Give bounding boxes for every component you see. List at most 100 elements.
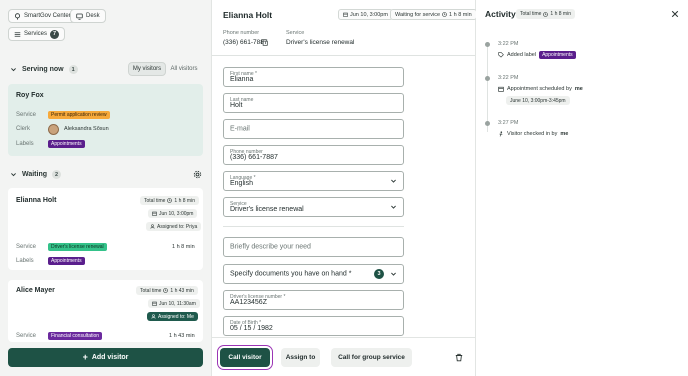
waiting-title: Waiting bbox=[22, 171, 48, 178]
serving-now-header[interactable]: Serving now 1 bbox=[10, 65, 78, 74]
event-description: Visitor checked in by bbox=[507, 131, 558, 137]
activity-panel: Activity Total time 1 h 8 min 3:22 PM Ad… bbox=[476, 0, 688, 376]
language-value: English bbox=[230, 180, 253, 187]
event-description: Appointment scheduled by bbox=[507, 86, 572, 92]
event-text: Added label Appointments bbox=[498, 51, 576, 59]
tab-all-visitors[interactable]: All visitors bbox=[166, 62, 202, 76]
desk-chip-label: Desk bbox=[86, 13, 100, 19]
status-chip: Waiting for service 1 h 8 min bbox=[390, 9, 477, 20]
clock-icon bbox=[543, 11, 549, 17]
timeline-line bbox=[487, 44, 488, 132]
queue-panel: SmartGov Center Desk Services 7 Serving … bbox=[0, 0, 212, 376]
timeline-dot bbox=[485, 42, 490, 47]
waiting-visitor-card[interactable]: Elianna Holt Total time 1 h 8 min Jun 10… bbox=[8, 188, 203, 270]
total-time-pill: Total time 1 h 8 min bbox=[516, 9, 575, 19]
phone-label: Phone number bbox=[223, 30, 260, 36]
assigned-pill: Assigned to: Me bbox=[147, 312, 198, 321]
location-pin-icon bbox=[14, 12, 21, 20]
labels-label: Labels bbox=[16, 258, 34, 264]
clerk-name: Aleksandra Sõsun bbox=[64, 126, 109, 132]
waiting-visitor-card[interactable]: Alice Mayer Total time 1 h 43 min Jun 10… bbox=[8, 280, 203, 342]
assign-to-button[interactable]: Assign to bbox=[281, 348, 320, 367]
add-visitor-label: Add visitor bbox=[91, 354, 129, 361]
visitor-name: Alice Mayer bbox=[16, 287, 55, 294]
location-chip[interactable]: SmartGov Center bbox=[8, 9, 77, 23]
chevron-down-icon bbox=[391, 179, 396, 183]
service-field-value: Driver's license renewal bbox=[230, 206, 304, 213]
event-actor: me bbox=[560, 131, 569, 137]
tab-my-visitors[interactable]: My visitors bbox=[128, 62, 166, 76]
service-select[interactable]: Service Driver's license renewal bbox=[223, 197, 404, 217]
call-visitor-button[interactable]: Call visitor bbox=[217, 345, 273, 370]
call-group-service-button[interactable]: Call for group service bbox=[331, 348, 412, 367]
person-icon bbox=[151, 314, 156, 319]
phone-field[interactable]: Phone number (336) 661-7887 bbox=[223, 145, 404, 165]
services-chip[interactable]: Services 7 bbox=[8, 27, 66, 41]
assigned-to: Assigned to: Me bbox=[158, 313, 194, 320]
total-time-value: 1 h 8 min bbox=[174, 197, 195, 204]
serving-visitor-card[interactable]: Roy Fox Service Permit application revie… bbox=[8, 84, 203, 156]
event-text: Appointment scheduled by me bbox=[498, 86, 583, 92]
services-chip-label: Services bbox=[24, 31, 48, 37]
tag-icon bbox=[498, 52, 504, 58]
trash-icon[interactable] bbox=[455, 353, 463, 362]
email-field[interactable]: E-mail bbox=[223, 119, 404, 139]
dob-value: 05 / 15 / 1982 bbox=[230, 325, 273, 332]
event-time: 3:22 PM bbox=[498, 75, 519, 81]
documents-select[interactable]: Specify documents you have on hand * 3 bbox=[223, 264, 404, 284]
license-number-field[interactable]: Driver's license number * AA123456Z bbox=[223, 290, 404, 310]
waiting-count-badge: 2 bbox=[52, 170, 62, 179]
clock-icon bbox=[167, 198, 173, 203]
calendar-icon bbox=[152, 211, 157, 216]
chevron-down-icon bbox=[11, 68, 16, 72]
service-tag: Permit application review bbox=[48, 111, 110, 119]
clerk-avatar bbox=[48, 124, 59, 135]
total-time-label: Total time bbox=[144, 197, 166, 204]
person-icon bbox=[150, 224, 155, 229]
gear-icon[interactable] bbox=[193, 170, 202, 179]
location-chip-label: SmartGov Center bbox=[24, 13, 71, 19]
need-placeholder: Briefly describe your need bbox=[230, 243, 311, 251]
first-name-value: Elianna bbox=[230, 76, 254, 83]
need-description-field[interactable]: Briefly describe your need bbox=[223, 237, 404, 257]
appointment-date-pill: Jun 10, 11:30am bbox=[148, 299, 200, 308]
label-tag: Appointments bbox=[48, 140, 85, 148]
event-actor: me bbox=[574, 86, 583, 92]
close-icon[interactable] bbox=[671, 10, 679, 18]
total-time-pill: Total time 1 h 8 min bbox=[140, 196, 199, 205]
calendar-icon bbox=[152, 301, 157, 306]
action-footer: Call visitor Assign to Call for group se… bbox=[212, 337, 475, 376]
language-select[interactable]: Language * English bbox=[223, 171, 404, 191]
date-of-birth-field[interactable]: Date of Birth * 05 / 15 / 1982 bbox=[223, 316, 404, 336]
clock-icon bbox=[163, 288, 169, 293]
calendar-icon bbox=[343, 12, 348, 17]
total-time-label: Total time bbox=[140, 287, 162, 294]
license-value: AA123456Z bbox=[230, 299, 267, 306]
form-divider bbox=[223, 226, 404, 227]
appointment-date: Jun 10, 11:30am bbox=[159, 300, 196, 307]
service-tag: Driver's license renewal bbox=[48, 243, 107, 251]
event-time: 3:27 PM bbox=[498, 120, 519, 126]
visitor-detail-panel: Elianna Holt Jun 10, 3:00pm Waiting for … bbox=[212, 0, 477, 376]
appointment-date: Jun 10, 3:00pm bbox=[159, 210, 194, 217]
service-label: Service bbox=[286, 30, 305, 36]
chevron-down-icon bbox=[11, 173, 16, 177]
services-count-badge: 7 bbox=[50, 29, 60, 39]
serving-count-badge: 1 bbox=[68, 65, 78, 74]
service-value: Driver's license renewal bbox=[286, 39, 355, 46]
desk-chip[interactable]: Desk bbox=[70, 9, 106, 23]
label-tag: Appointments bbox=[539, 51, 576, 59]
service-label: Service bbox=[16, 244, 37, 250]
assigned-to: Assigned to: Priya bbox=[157, 223, 198, 230]
appointment-slot-pill: June 10, 3:00pm-3:45pm bbox=[506, 96, 570, 105]
plus-icon: + bbox=[82, 352, 88, 362]
first-name-field[interactable]: First name * Elianna bbox=[223, 67, 404, 87]
status-time: 1 h 8 min bbox=[449, 11, 472, 18]
last-name-field[interactable]: Last name Holt bbox=[223, 93, 404, 113]
wait-time: 1 h 8 min bbox=[172, 244, 195, 250]
appointment-date-chip: Jun 10, 3:00pm bbox=[338, 9, 393, 20]
waiting-header[interactable]: Waiting 2 bbox=[10, 170, 62, 179]
last-name-value: Holt bbox=[230, 102, 243, 109]
add-visitor-button[interactable]: + Add visitor bbox=[8, 348, 203, 367]
copy-icon[interactable] bbox=[261, 39, 268, 46]
